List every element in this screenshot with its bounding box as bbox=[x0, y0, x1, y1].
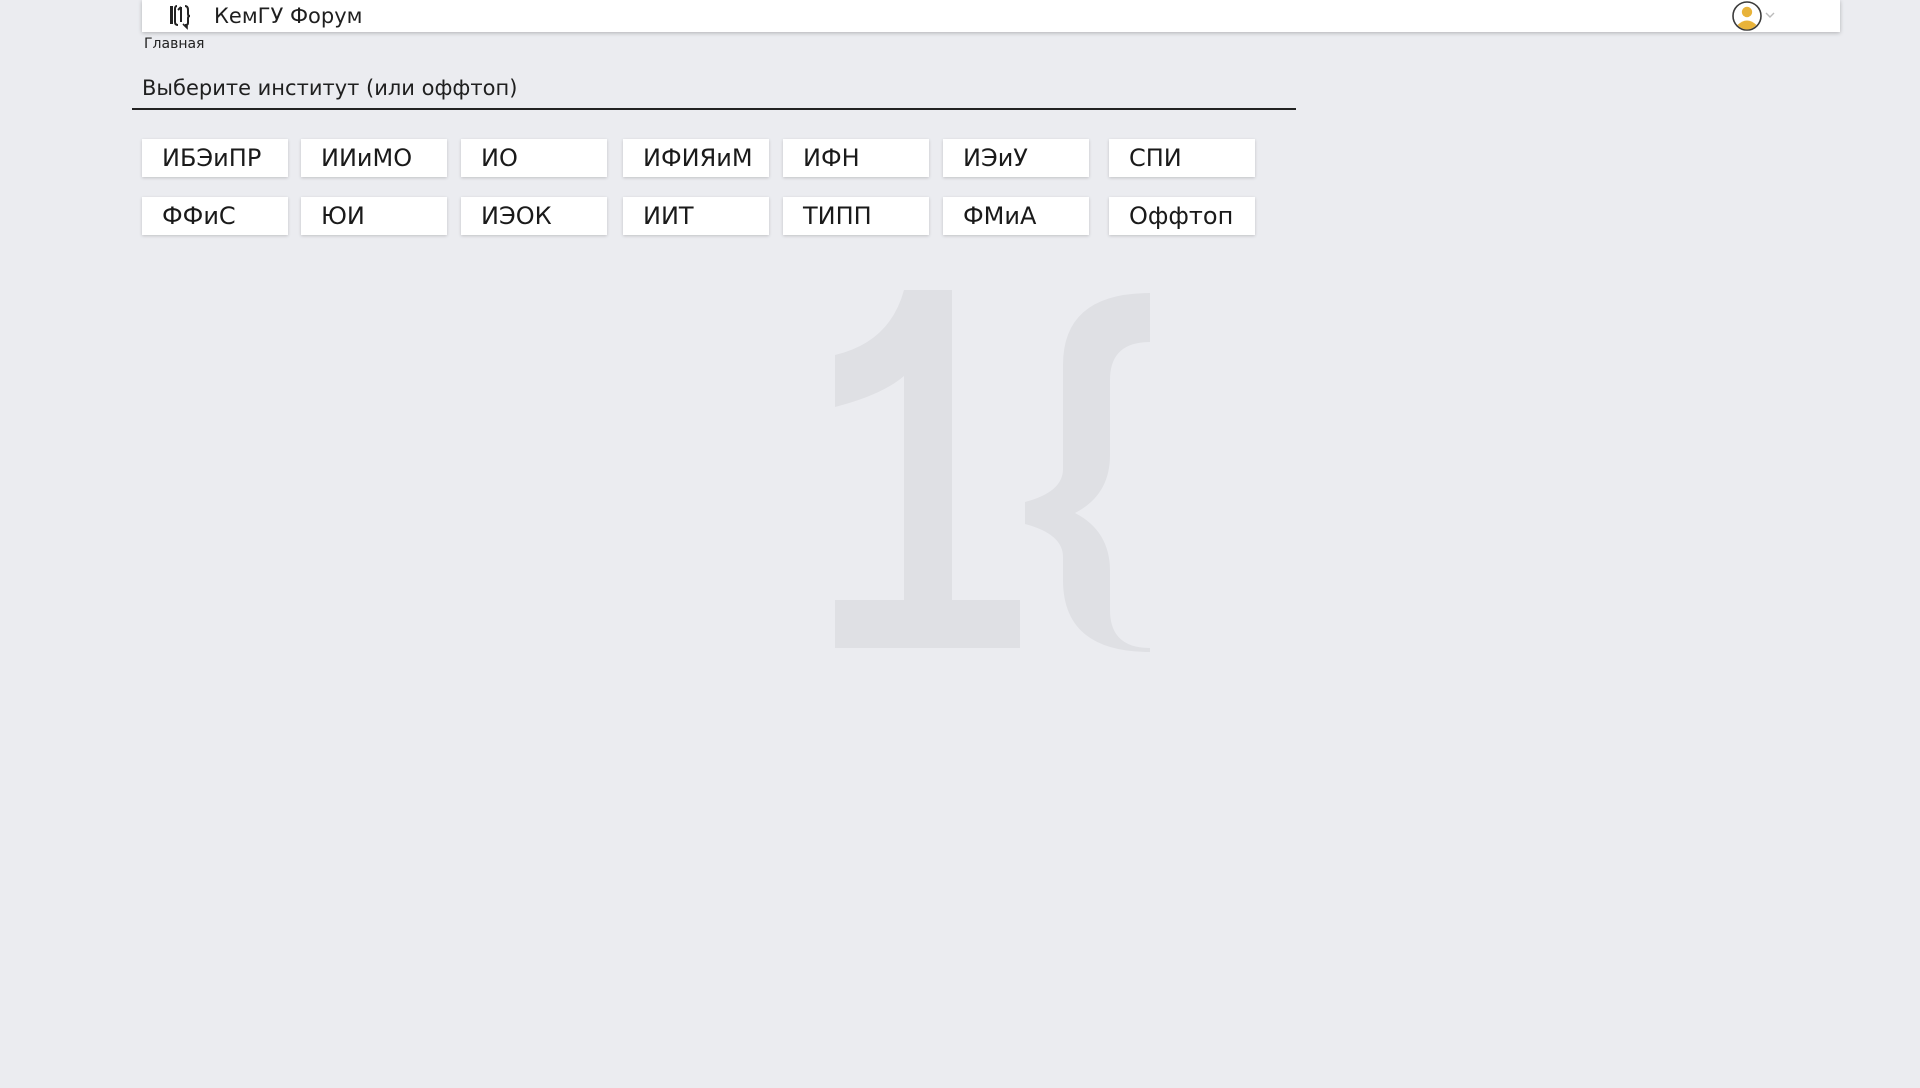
user-avatar-icon[interactable] bbox=[1732, 1, 1762, 31]
institute-button-iit[interactable]: ИИТ bbox=[623, 197, 769, 235]
institute-button-ibeipr[interactable]: ИБЭиПР bbox=[142, 139, 288, 177]
kemsu-watermark-logo bbox=[830, 280, 1160, 670]
section-title: Выберите институт (или оффтоп) bbox=[142, 76, 518, 100]
institute-button-yui[interactable]: ЮИ bbox=[301, 197, 447, 235]
page: КемГУ Форум Главная Выберите институт (и… bbox=[0, 0, 1920, 1088]
breadcrumb-home[interactable]: Главная bbox=[144, 36, 204, 52]
institute-button-spi[interactable]: СПИ bbox=[1109, 139, 1255, 177]
app-title[interactable]: КемГУ Форум bbox=[214, 0, 362, 32]
institute-button-offtop[interactable]: Оффтоп bbox=[1109, 197, 1255, 235]
institute-button-ifiyaim[interactable]: ИФИЯиМ bbox=[623, 139, 769, 177]
institute-button-fmia[interactable]: ФМиА bbox=[943, 197, 1089, 235]
institute-button-ieok[interactable]: ИЭОК bbox=[461, 197, 607, 235]
institute-button-iiimo[interactable]: ИИиМО bbox=[301, 139, 447, 177]
institute-button-io[interactable]: ИО bbox=[461, 139, 607, 177]
kemsu-logo-icon[interactable] bbox=[166, 2, 194, 30]
chevron-down-icon[interactable] bbox=[1763, 7, 1777, 21]
institute-button-ffis[interactable]: ФФиС bbox=[142, 197, 288, 235]
institute-button-ifn[interactable]: ИФН bbox=[783, 139, 929, 177]
section-divider bbox=[132, 108, 1296, 110]
institute-button-ieiu[interactable]: ИЭиУ bbox=[943, 139, 1089, 177]
institute-button-tipp[interactable]: ТИПП bbox=[783, 197, 929, 235]
top-header: КемГУ Форум bbox=[142, 0, 1840, 32]
